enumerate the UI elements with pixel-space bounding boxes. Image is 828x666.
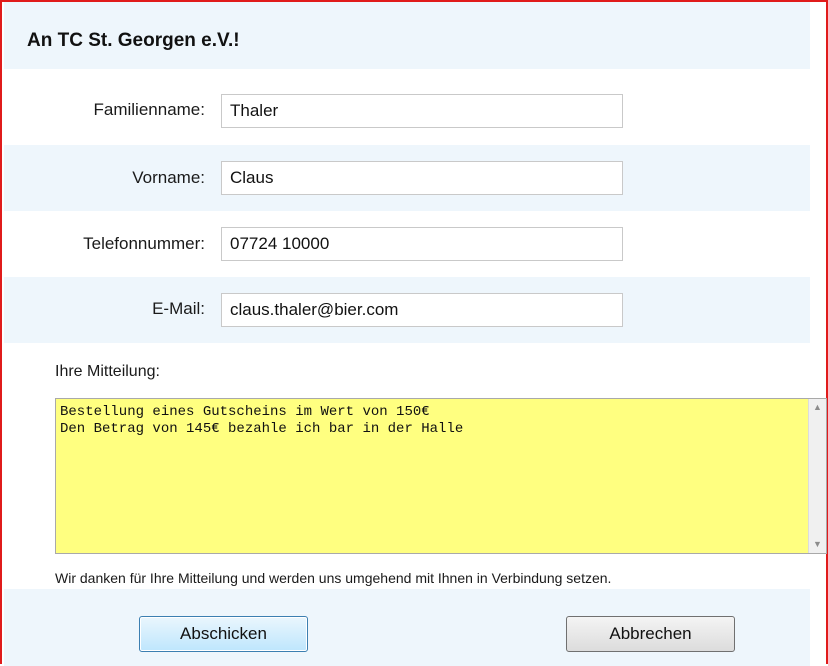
phone-field[interactable]: 07724 10000 xyxy=(221,227,623,261)
scroll-down-arrow-icon[interactable]: ▼ xyxy=(809,536,826,553)
submit-button[interactable]: Abschicken xyxy=(139,616,308,652)
firstname-field[interactable]: Claus xyxy=(221,161,623,195)
phone-label: Telefonnummer: xyxy=(83,234,205,253)
message-textarea[interactable]: Bestellung eines Gutscheins im Wert von … xyxy=(56,399,809,553)
form-title: An TC St. Georgen e.V.! xyxy=(27,30,240,51)
form-frame: An TC St. Georgen e.V.! Familienname: Th… xyxy=(0,0,828,666)
textarea-scrollbar[interactable]: ▲ ▼ xyxy=(808,399,826,553)
scroll-up-arrow-icon[interactable]: ▲ xyxy=(809,399,826,416)
cancel-button[interactable]: Abbrechen xyxy=(566,616,735,652)
email-label: E-Mail: xyxy=(152,299,205,318)
firstname-label: Vorname: xyxy=(132,168,205,187)
email-field[interactable]: claus.thaler@bier.com xyxy=(221,293,623,327)
thanks-text: Wir danken für Ihre Mitteilung und werde… xyxy=(55,570,612,586)
message-textarea-box[interactable]: Bestellung eines Gutscheins im Wert von … xyxy=(55,398,827,554)
lastname-field[interactable]: Thaler xyxy=(221,94,623,128)
lastname-label: Familienname: xyxy=(93,100,206,119)
message-label: Ihre Mitteilung: xyxy=(55,363,160,380)
